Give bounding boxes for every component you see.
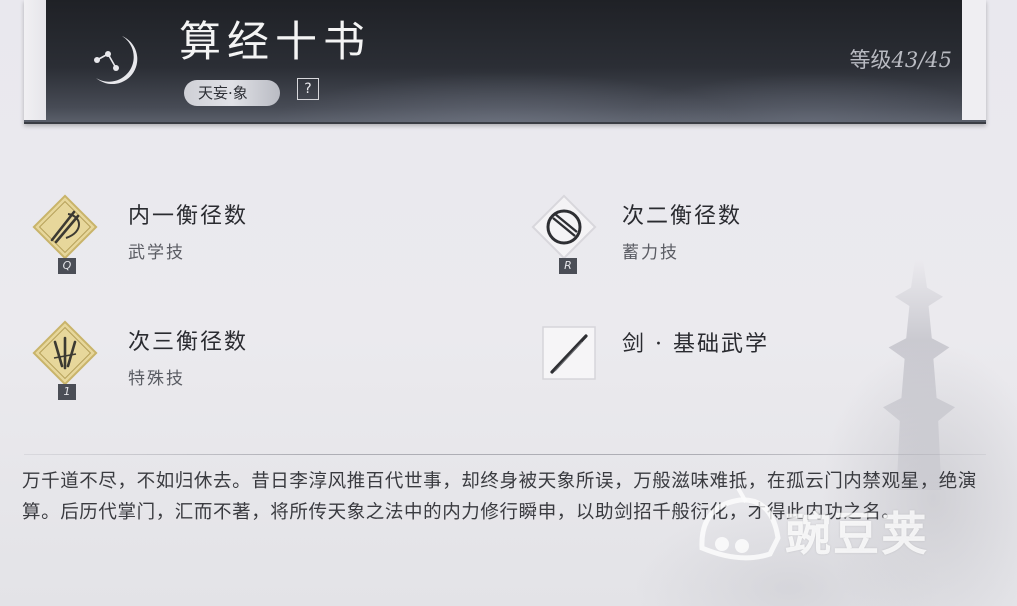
- help-button[interactable]: ?: [297, 78, 319, 100]
- level-display: 等级43/45: [849, 44, 952, 74]
- level-label: 等级: [849, 48, 892, 72]
- watermark: 豌豆荚: [690, 478, 990, 578]
- skill-item[interactable]: Q 内一衡径数 武学技: [30, 192, 450, 282]
- skill-item[interactable]: 剑 · 基础武学: [542, 326, 962, 386]
- diamond-brush-icon: [32, 194, 98, 260]
- diamond-ring-icon: [531, 194, 597, 260]
- school-emblem-icon: [94, 36, 138, 85]
- skill-type: 特殊技: [128, 369, 185, 389]
- watermark-text: 豌豆荚: [785, 507, 929, 561]
- page-title: 算经十书: [179, 17, 372, 66]
- skill-name: 次二衡径数: [622, 204, 743, 229]
- pea-pod-icon: [699, 487, 781, 561]
- skill-type: 蓄力技: [622, 243, 679, 263]
- header-frame-left: [24, 0, 46, 120]
- level-value: 43/45: [891, 48, 952, 72]
- school-tag: 天妄·象: [184, 80, 280, 106]
- diamond-claw-icon: [32, 320, 98, 386]
- header-frame-right: [962, 0, 986, 120]
- skill-item[interactable]: R 次二衡径数 蓄力技: [529, 192, 949, 282]
- divider: [24, 454, 986, 455]
- hotkey-badge: Q: [58, 258, 76, 274]
- skill-name: 内一衡径数: [128, 204, 249, 229]
- skill-name: 剑 · 基础武学: [622, 332, 769, 357]
- skill-name: 次三衡径数: [128, 330, 249, 355]
- skill-item[interactable]: 1 次三衡径数 特殊技: [30, 318, 450, 408]
- skill-type: 武学技: [128, 243, 185, 263]
- sword-icon: [542, 326, 596, 380]
- header-banner: 算经十书 天妄·象 ? 等级43/45: [24, 0, 986, 124]
- hotkey-badge: R: [559, 258, 577, 274]
- hotkey-badge: 1: [58, 384, 76, 400]
